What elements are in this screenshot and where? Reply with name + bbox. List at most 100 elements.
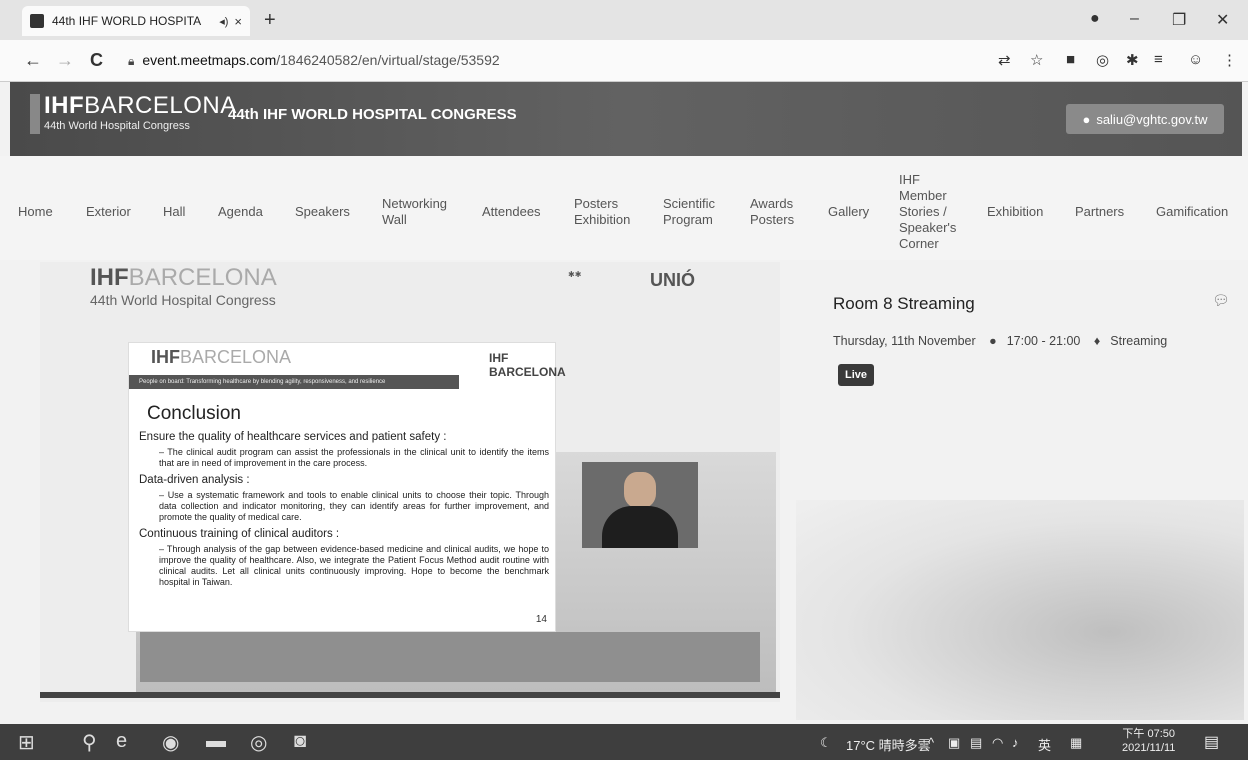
nav-item-awards-posters[interactable]: Awards Posters <box>750 196 794 228</box>
edge-browser-icon[interactable]: e <box>116 730 127 753</box>
profile-avatar-icon[interactable]: ☺ <box>1188 51 1203 68</box>
stage-logo: IHFBARCELONA <box>90 264 277 292</box>
user-account-button[interactable]: ● saliu@vghtc.gov.tw <box>1066 104 1224 134</box>
room-location: Streaming <box>1110 334 1168 348</box>
notification-icon[interactable]: ▤ <box>1204 732 1219 752</box>
nav-item-attendees[interactable]: Attendees <box>482 204 541 220</box>
slide-logo: IHFBARCELONA <box>151 347 291 368</box>
stage-bottom-bar <box>40 692 780 698</box>
weather-text[interactable]: 17°C 晴時多雲 <box>846 735 931 754</box>
presentation-slide: IHFBARCELONA People on board: Transformi… <box>128 342 566 632</box>
tray-app-icon[interactable]: ▤ <box>970 735 982 751</box>
slide-section-title: Data-driven analysis : <box>139 474 250 486</box>
restore-button[interactable]: ❐ <box>1172 10 1186 30</box>
extension-icon[interactable]: ■ <box>1066 51 1075 68</box>
reading-list-icon[interactable]: ≡ <box>1154 51 1163 68</box>
ihf-federation-logo: ✱✱ <box>568 270 582 279</box>
profile-icon[interactable]: ● <box>1090 10 1100 28</box>
room-meta: Thursday, 11th November ● 17:00 - 21:00 ♦… <box>833 334 1177 348</box>
speaker-head <box>624 472 656 508</box>
reload-button[interactable]: C <box>90 50 103 71</box>
file-explorer-icon[interactable]: ▬ <box>206 730 226 753</box>
bookmark-star-icon[interactable]: ☆ <box>1030 51 1043 69</box>
volume-icon[interactable]: ♪ <box>1012 735 1019 750</box>
weather-icon[interactable]: ☾ <box>820 735 832 751</box>
wifi-icon[interactable]: ◠ <box>992 735 1003 751</box>
nav-item-gamification[interactable]: Gamification <box>1156 204 1228 220</box>
translate-icon[interactable]: ⇄ <box>998 51 1011 69</box>
room-title: Room 8 Streaming <box>833 294 975 313</box>
url-field[interactable]: 🔒︎ event.meetmaps.com/1846240582/en/virtu… <box>128 52 500 69</box>
slide-section-text: – The clinical audit program can assist … <box>159 447 549 468</box>
browser-tab-bar: 44th IHF WORLD HOSPITA ◂) × + ● – ❐ ✕ <box>0 0 1248 40</box>
ime-language[interactable]: 英 <box>1038 735 1051 754</box>
room-date: Thursday, 11th November <box>833 334 976 348</box>
nav-item-partners[interactable]: Partners <box>1075 204 1124 220</box>
slide-section-title: Ensure the quality of healthcare service… <box>139 431 447 443</box>
nav-item-speakers[interactable]: Speakers <box>295 204 350 220</box>
extension-icon[interactable]: ◎ <box>1096 51 1109 69</box>
nav-item-networking-wall[interactable]: Networking Wall <box>382 196 447 228</box>
tab-title: 44th IHF WORLD HOSPITA <box>52 14 202 28</box>
browser-tab[interactable]: 44th IHF WORLD HOSPITA ◂) × <box>22 6 250 36</box>
tray-chevron-icon[interactable]: ^ <box>928 735 934 750</box>
windows-taskbar: ⊞ ⚲ e ◉ ▬ ◎ ◙ ☾ 17°C 晴時多雲 ^ ▣ ▤ ◠ ♪ 英 ▦ … <box>0 724 1248 760</box>
logo-year-badge <box>30 94 40 134</box>
user-email: saliu@vghtc.gov.tw <box>1096 111 1208 127</box>
tray-app-icon[interactable]: ▣ <box>948 735 960 751</box>
logo-subtitle: 44th World Hospital Congress <box>44 120 190 132</box>
puzzle-icon[interactable]: ✱ <box>1126 51 1139 69</box>
search-icon[interactable]: ⚲ <box>82 730 97 755</box>
site-header: IHFBARCELONA 44th World Hospital Congres… <box>10 82 1242 156</box>
slide-body: Ensure the quality of healthcare service… <box>139 429 549 594</box>
slide-section-text: – Through analysis of the gap between ev… <box>159 544 549 587</box>
chat-icon[interactable]: 💬︎ <box>1212 292 1230 309</box>
speaker-suit <box>602 506 678 548</box>
clock-icon: ● <box>989 334 997 348</box>
logo-bold: IHF <box>44 92 85 119</box>
windows-start-icon[interactable]: ⊞ <box>18 730 35 755</box>
slide-logo-light: BARCELONA <box>180 347 292 367</box>
speaker-icon[interactable]: ◂) <box>219 15 228 28</box>
nav-item-agenda[interactable]: Agenda <box>218 204 263 220</box>
menu-icon[interactable]: ⋮ <box>1222 51 1237 69</box>
nav-item-scientific-program[interactable]: Scientific Program <box>663 196 715 228</box>
tab-close-button[interactable]: × <box>234 14 242 29</box>
slide-section-title: Continuous training of clinical auditors… <box>139 528 340 540</box>
site-logo[interactable]: IHFBARCELONA <box>44 92 237 120</box>
line-chat-icon[interactable]: ◙ <box>294 730 306 753</box>
room-time: 17:00 - 21:00 <box>1006 334 1081 348</box>
nav-item-hall[interactable]: Hall <box>163 204 185 220</box>
chrome-icon[interactable]: ◉ <box>162 730 179 755</box>
taskbar-clock[interactable]: 下午 07:50 2021/11/11 <box>1122 727 1175 755</box>
speaker-webcam <box>582 462 698 548</box>
slide-heading: Conclusion <box>147 403 241 424</box>
city-skyline-image <box>140 632 760 682</box>
logo-light: BARCELONA <box>84 92 237 119</box>
app-icon[interactable]: ◎ <box>250 730 267 755</box>
ime-mode-icon[interactable]: ▦ <box>1070 735 1082 751</box>
congress-title: 44th IHF WORLD HOSPITAL CONGRESS <box>228 106 517 123</box>
nav-item-exhibition[interactable]: Exhibition <box>987 204 1043 220</box>
nav-item-home[interactable]: Home <box>18 204 53 220</box>
nav-item-posters-exhibition[interactable]: Posters Exhibition <box>574 196 630 228</box>
site-favicon-icon <box>30 14 44 28</box>
stage-logo-bold: IHF <box>90 264 129 291</box>
location-pin-icon: ♦ <box>1093 334 1101 348</box>
new-tab-button[interactable]: + <box>264 9 276 32</box>
nav-item-gallery[interactable]: Gallery <box>828 204 869 220</box>
minimize-button[interactable]: – <box>1130 10 1139 28</box>
url-host: event.meetmaps.com <box>142 52 277 68</box>
close-window-button[interactable]: ✕ <box>1216 10 1229 30</box>
address-bar: ← → C 🔒︎ event.meetmaps.com/1846240582/en… <box>0 40 1248 82</box>
slide-logo-bold: IHF <box>151 347 180 367</box>
clock-date: 2021/11/11 <box>1122 742 1176 754</box>
forward-button[interactable]: → <box>56 50 74 71</box>
live-badge: Live <box>838 364 874 386</box>
nav-item-member-stories[interactable]: IHF Member Stories / Speaker's Corner <box>899 172 956 252</box>
nav-item-exterior[interactable]: Exterior <box>86 204 131 220</box>
slide-banner: People on board: Transforming healthcare… <box>129 375 459 389</box>
slide-page-number: 14 <box>535 614 547 625</box>
url-path: /1846240582/en/virtual/stage/53592 <box>276 52 500 68</box>
back-button[interactable]: ← <box>24 50 42 71</box>
